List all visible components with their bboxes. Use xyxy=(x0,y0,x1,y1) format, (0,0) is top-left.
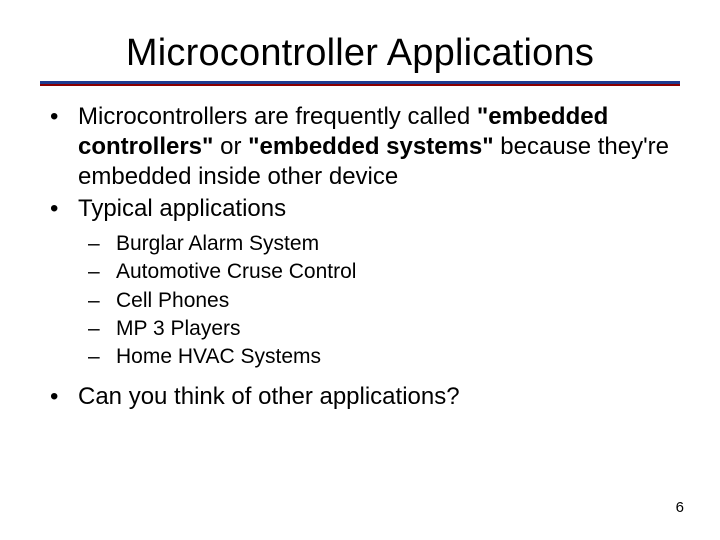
sub-item: – MP 3 Players xyxy=(88,315,680,343)
sub-item: – Cell Phones xyxy=(88,287,680,315)
sub-text: MP 3 Players xyxy=(116,315,241,343)
sub-text: Burglar Alarm System xyxy=(116,230,319,258)
bullet-glyph: • xyxy=(46,382,78,412)
dash-glyph: – xyxy=(88,343,116,371)
bullet-glyph: • xyxy=(46,102,78,132)
sub-list: – Burglar Alarm System – Automotive Crus… xyxy=(46,230,680,372)
page-number: 6 xyxy=(676,499,684,516)
slide-title: Microcontroller Applications xyxy=(40,32,680,75)
title-underline xyxy=(40,81,680,86)
slide-body: • Microcontrollers are frequently called… xyxy=(40,102,680,412)
sub-item: – Automotive Cruse Control xyxy=(88,258,680,286)
slide: Microcontroller Applications • Microcont… xyxy=(0,0,720,540)
sub-item: – Home HVAC Systems xyxy=(88,343,680,371)
bullet-text: Typical applications xyxy=(78,194,680,224)
dash-glyph: – xyxy=(88,230,116,258)
sub-text: Cell Phones xyxy=(116,287,229,315)
bullet-text: Microcontrollers are frequently called "… xyxy=(78,102,680,192)
bullet-item-2: • Typical applications xyxy=(46,194,680,224)
dash-glyph: – xyxy=(88,287,116,315)
bullet-item-3: • Can you think of other applications? xyxy=(46,382,680,412)
dash-glyph: – xyxy=(88,258,116,286)
sub-text: Automotive Cruse Control xyxy=(116,258,356,286)
sub-item: – Burglar Alarm System xyxy=(88,230,680,258)
dash-glyph: – xyxy=(88,315,116,343)
bullet-text: Can you think of other applications? xyxy=(78,382,680,412)
bullet-glyph: • xyxy=(46,194,78,224)
sub-text: Home HVAC Systems xyxy=(116,343,321,371)
bullet-item-1: • Microcontrollers are frequently called… xyxy=(46,102,680,192)
